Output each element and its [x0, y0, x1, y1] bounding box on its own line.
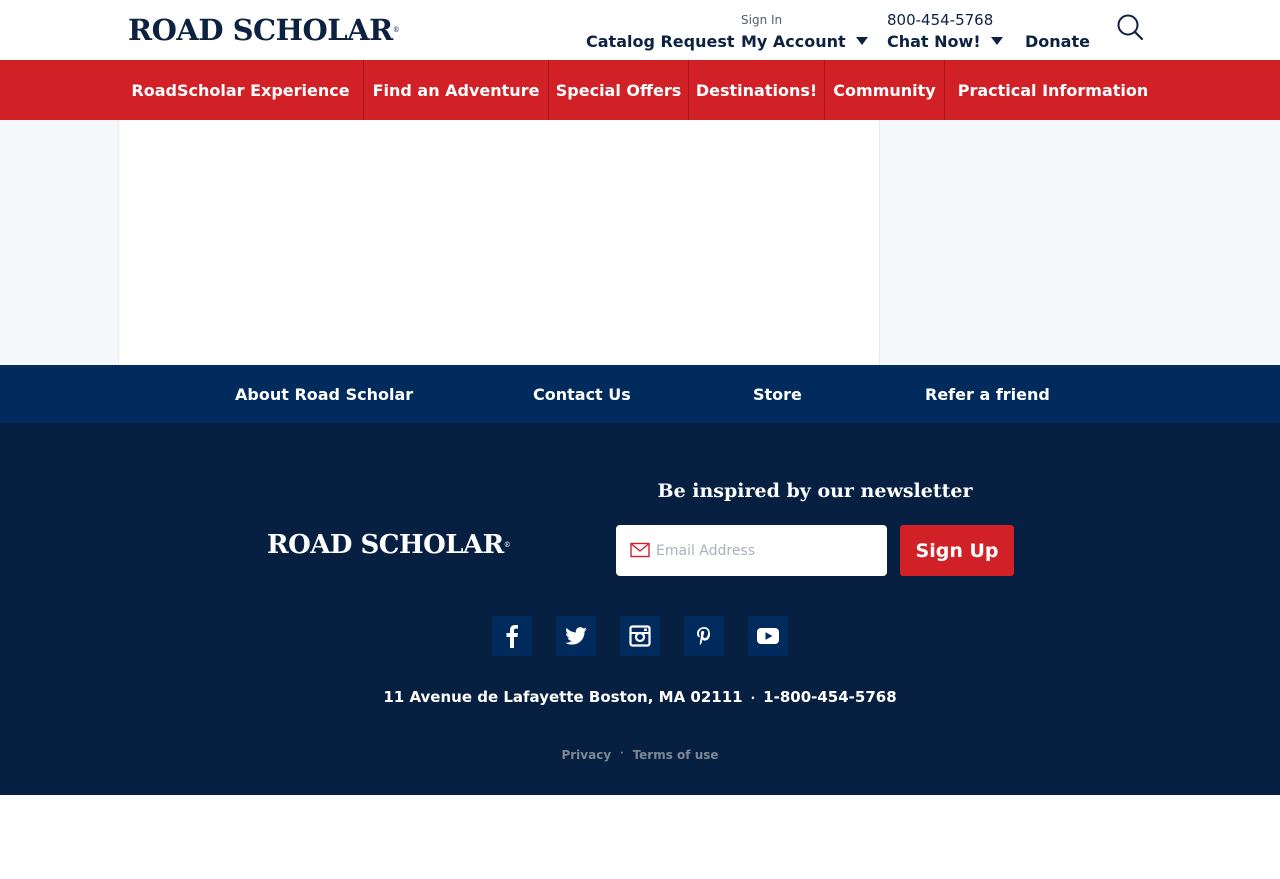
footer-link-refer-friend[interactable]: Refer a friend — [925, 365, 1050, 423]
pinterest-icon[interactable] — [684, 616, 724, 656]
email-field[interactable] — [656, 525, 881, 576]
footer-phone[interactable]: 1-800-454-5768 — [763, 688, 896, 706]
my-account-dropdown[interactable]: My Account — [741, 32, 868, 52]
footer-link-about[interactable]: About Road Scholar — [235, 365, 413, 423]
main-nav: RoadScholar Experience Find an Adventure… — [0, 60, 1280, 120]
search-icon[interactable] — [1114, 12, 1146, 44]
instagram-icon[interactable] — [620, 616, 660, 656]
email-field-wrapper — [616, 525, 887, 576]
caret-down-icon — [855, 37, 868, 45]
youtube-icon[interactable] — [748, 616, 788, 656]
facebook-icon[interactable] — [492, 616, 532, 656]
newsletter-title: Be inspired by our newsletter — [657, 480, 973, 502]
footer-logo-text: ROAD SCHOLAR — [267, 530, 504, 560]
envelope-icon — [630, 542, 650, 558]
footer-logo[interactable]: ROAD SCHOLAR® — [267, 530, 511, 560]
catalog-request-link[interactable]: Catalog Request — [586, 32, 735, 52]
sign-up-button[interactable]: Sign Up — [900, 525, 1014, 576]
privacy-link[interactable]: Privacy — [561, 748, 611, 762]
nav-item-community[interactable]: Community — [825, 60, 944, 120]
nav-item-destinations[interactable]: Destinations! — [689, 60, 824, 120]
separator-dot: · — [750, 691, 756, 705]
footer-links-bar: About Road Scholar Contact Us Store Refe… — [0, 365, 1280, 423]
footer-link-contact[interactable]: Contact Us — [533, 365, 631, 423]
caret-down-icon — [990, 37, 1003, 45]
chat-now-label: Chat Now! — [887, 32, 981, 51]
donate-link[interactable]: Donate — [1025, 32, 1090, 52]
my-account-label: My Account — [741, 32, 846, 51]
terms-of-use-link[interactable]: Terms of use — [633, 748, 719, 762]
footer-link-store[interactable]: Store — [753, 365, 802, 423]
site-header: ROAD SCHOLAR® Catalog Request Sign In My… — [0, 0, 1280, 60]
legal-links: Privacy · Terms of use — [0, 746, 1280, 763]
sign-in-link[interactable]: Sign In — [741, 13, 782, 27]
chat-now-dropdown[interactable]: Chat Now! — [887, 32, 1003, 52]
nav-item-find-an-adventure[interactable]: Find an Adventure — [364, 60, 548, 120]
registered-mark: ® — [392, 26, 400, 34]
twitter-icon[interactable] — [556, 616, 596, 656]
nav-item-special-offers[interactable]: Special Offers — [549, 60, 688, 120]
contact-line: 11 Avenue de Lafayette Boston, MA 02111 ·… — [0, 687, 1280, 708]
logo-text: ROAD SCHOLAR — [128, 13, 393, 47]
header-phone[interactable]: 800-454-5768 — [887, 11, 993, 29]
separator-dot: · — [620, 749, 624, 759]
site-footer: ROAD SCHOLAR® Be inspired by our newslet… — [0, 423, 1280, 795]
footer-address: 11 Avenue de Lafayette Boston, MA 02111 — [383, 688, 743, 706]
nav-item-roadscholar-experience[interactable]: RoadScholar Experience — [118, 60, 363, 120]
nav-item-practical-information[interactable]: Practical Information — [945, 60, 1161, 120]
main-content-area — [118, 120, 880, 365]
registered-mark: ® — [503, 541, 511, 549]
site-logo[interactable]: ROAD SCHOLAR® — [128, 13, 400, 47]
